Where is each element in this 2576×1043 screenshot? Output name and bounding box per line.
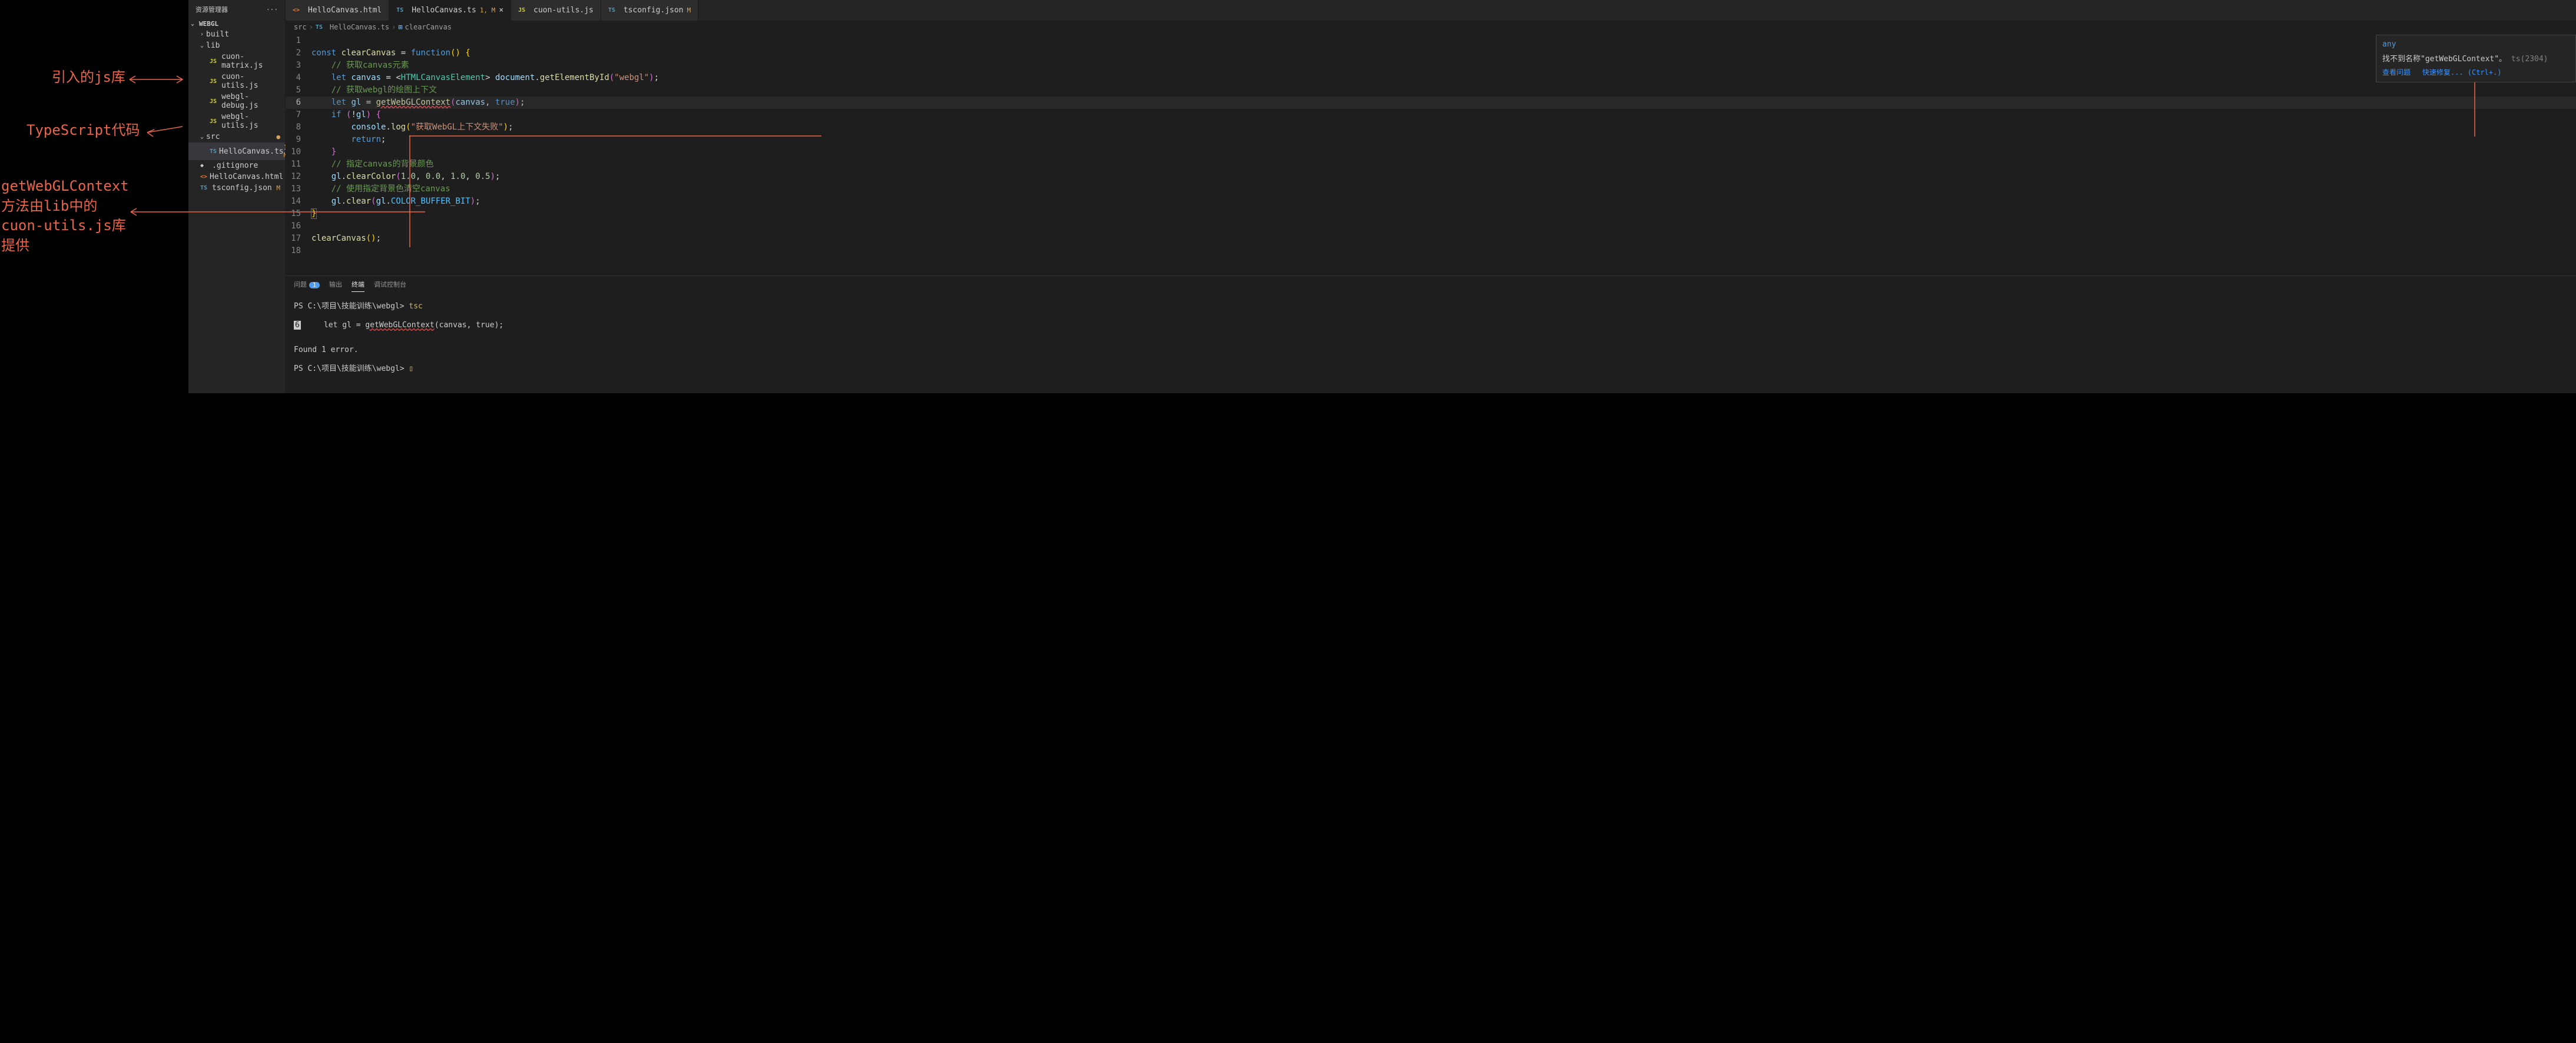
tooltip-code: ts(2304) bbox=[2511, 55, 2548, 64]
annotation-2: TypeScript代码 bbox=[26, 121, 140, 141]
more-icon[interactable]: ··· bbox=[266, 6, 278, 14]
terminal-tab[interactable]: 调试控制台 bbox=[374, 280, 406, 292]
chevron-right-icon: › bbox=[200, 31, 206, 38]
file-icon: <> bbox=[293, 7, 302, 14]
file-label: cuon-utils.js bbox=[221, 72, 280, 90]
file-icon: JS bbox=[518, 7, 528, 14]
file-icon: JS bbox=[210, 118, 219, 125]
project-label: WEBGL bbox=[199, 20, 218, 28]
chevron-down-icon: ⌄ bbox=[191, 21, 197, 27]
file-icon: JS bbox=[210, 98, 219, 105]
terminal-tab[interactable]: 输出 bbox=[329, 280, 342, 292]
terminal-prompt: PS C:\项目\技能训练\webgl> bbox=[294, 364, 405, 373]
code-content[interactable]: const clearCanvas = function() { // 获取ca… bbox=[311, 34, 2576, 275]
annotation-3: getWebGLContext方法由lib中的cuon-utils.js库提供 bbox=[1, 177, 137, 255]
project-root[interactable]: ⌄ WEBGL bbox=[188, 19, 285, 29]
file-item[interactable]: JScuon-utils.js bbox=[188, 71, 285, 91]
explorer-sidebar: 资源管理器 ··· ⌄ WEBGL ›built⌄libJScuon-matri… bbox=[188, 0, 286, 393]
code-editor[interactable]: 123456789101112131415161718 const clearC… bbox=[286, 34, 2576, 275]
file-label: webgl-debug.js bbox=[221, 92, 280, 110]
file-item[interactable]: TSHelloCanvas.ts1, M bbox=[188, 142, 285, 160]
explorer-title: 资源管理器 bbox=[195, 5, 228, 14]
tooltip-message: 找不到名称"getWebGLContext"。 bbox=[2382, 55, 2507, 64]
line-gutter: 123456789101112131415161718 bbox=[286, 34, 311, 275]
file-icon: JS bbox=[210, 58, 219, 65]
file-item[interactable]: TStsconfig.jsonM bbox=[188, 182, 285, 194]
cursor-icon: ▯ bbox=[409, 364, 413, 373]
file-icon: TS bbox=[608, 7, 618, 14]
close-icon[interactable]: × bbox=[499, 6, 503, 15]
terminal-tab[interactable]: 问题1 bbox=[294, 280, 320, 292]
snippet-post: (canvas, true); bbox=[435, 321, 503, 330]
tab-label: cuon-utils.js bbox=[533, 6, 594, 15]
snippet-pre: let gl = bbox=[324, 321, 365, 330]
file-label: HelloCanvas.ts bbox=[219, 147, 284, 156]
terminal-prompt: PS C:\项目\技能训练\webgl> bbox=[294, 302, 405, 311]
file-icon: JS bbox=[210, 78, 219, 85]
chevron-right-icon: › bbox=[309, 23, 313, 31]
file-badge: M bbox=[276, 184, 280, 192]
annotation-1: 引入的js库 bbox=[52, 68, 125, 88]
view-problem-link[interactable]: 查看问题 bbox=[2382, 68, 2411, 77]
chevron-right-icon: › bbox=[392, 23, 396, 31]
error-summary: Found 1 error. bbox=[294, 344, 2568, 357]
error-tooltip: any 找不到名称"getWebGLContext"。 ts(2304) 查看问… bbox=[2376, 35, 2576, 82]
folder-item[interactable]: ›built bbox=[188, 29, 285, 40]
folder-item[interactable]: ⌄lib bbox=[188, 40, 285, 51]
tab-badge: 1, M bbox=[480, 6, 496, 14]
breadcrumb-part[interactable]: HelloCanvas.ts bbox=[330, 23, 389, 31]
breadcrumb-part[interactable]: clearCanvas bbox=[405, 23, 452, 31]
file-icon: TS bbox=[210, 148, 217, 155]
tooltip-type: any bbox=[2382, 40, 2570, 49]
file-label: src bbox=[206, 132, 276, 141]
file-label: tsconfig.json bbox=[212, 184, 276, 192]
file-icon: ◆ bbox=[200, 162, 210, 169]
annotation-panel: 引入的js库 TypeScript代码 getWebGLContext方法由li… bbox=[0, 0, 188, 393]
tab-label: tsconfig.json bbox=[624, 6, 684, 15]
file-item[interactable]: ◆.gitignore bbox=[188, 160, 285, 171]
terminal-content[interactable]: PS C:\项目\技能训练\webgl> tsc 6 let gl = getW… bbox=[286, 295, 2576, 380]
breadcrumb-part[interactable]: src bbox=[294, 23, 307, 31]
file-icon: <> bbox=[200, 174, 207, 180]
terminal-command: tsc bbox=[409, 302, 422, 311]
tab-badge: M bbox=[687, 6, 691, 14]
folder-item[interactable]: ⌄src● bbox=[188, 131, 285, 142]
error-marker: 6 bbox=[294, 321, 301, 330]
chevron-down-icon: ⌄ bbox=[200, 134, 206, 140]
file-label: webgl-utils.js bbox=[221, 112, 280, 130]
editor-area: <> HelloCanvas.html TS HelloCanvas.ts 1, M× J… bbox=[286, 0, 2576, 393]
file-label: HelloCanvas.html bbox=[210, 172, 283, 181]
terminal-panel: 问题1 输出终端调试控制台 PS C:\项目\技能训练\webgl> tsc 6 … bbox=[286, 275, 2576, 393]
snippet-error: getWebGLContext bbox=[365, 321, 434, 330]
ts-icon: TS bbox=[316, 24, 325, 31]
chevron-down-icon: ⌄ bbox=[200, 42, 206, 49]
quick-fix-link[interactable]: 快速修复... (Ctrl+.) bbox=[2422, 68, 2502, 77]
editor-tab[interactable]: JS cuon-utils.js bbox=[511, 0, 601, 21]
editor-tab[interactable]: TS tsconfig.jsonM bbox=[601, 0, 698, 21]
editor-tabs: <> HelloCanvas.html TS HelloCanvas.ts 1, M× J… bbox=[286, 0, 2576, 21]
symbol-icon: ⊞ bbox=[398, 23, 402, 31]
terminal-tabs: 问题1 输出终端调试控制台 bbox=[286, 276, 2576, 295]
terminal-tab[interactable]: 终端 bbox=[352, 280, 364, 292]
file-item[interactable]: JScuon-matrix.js bbox=[188, 51, 285, 71]
file-badge: ● bbox=[276, 133, 280, 141]
file-icon: TS bbox=[396, 7, 406, 14]
tab-label: HelloCanvas.html bbox=[308, 6, 382, 15]
file-tree: ›built⌄libJScuon-matrix.jsJScuon-utils.j… bbox=[188, 29, 285, 194]
problems-badge: 1 bbox=[309, 282, 320, 288]
tab-label: HelloCanvas.ts bbox=[412, 6, 476, 15]
file-item[interactable]: JSwebgl-utils.js bbox=[188, 111, 285, 131]
file-label: lib bbox=[206, 41, 280, 50]
file-item[interactable]: JSwebgl-debug.js bbox=[188, 91, 285, 111]
file-label: cuon-matrix.js bbox=[221, 52, 280, 70]
editor-tab[interactable]: <> HelloCanvas.html bbox=[286, 0, 389, 21]
breadcrumb[interactable]: src › TS HelloCanvas.ts › ⊞ clearCanvas bbox=[286, 21, 2576, 34]
file-item[interactable]: <>HelloCanvas.html bbox=[188, 171, 285, 182]
editor-tab[interactable]: TS HelloCanvas.ts 1, M× bbox=[389, 0, 511, 21]
file-label: built bbox=[206, 30, 280, 39]
file-label: .gitignore bbox=[212, 161, 280, 170]
file-icon: TS bbox=[200, 185, 210, 191]
explorer-header: 资源管理器 ··· bbox=[188, 0, 285, 19]
